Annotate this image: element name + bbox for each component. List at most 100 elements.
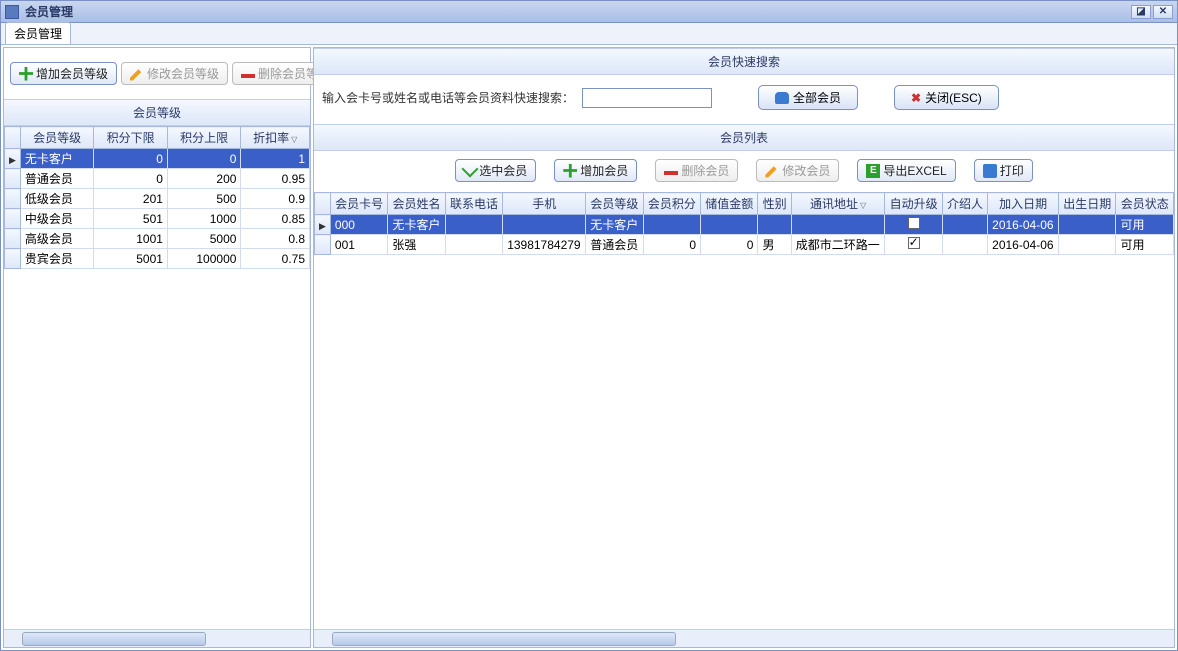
add-level-label: 增加会员等级: [36, 65, 108, 82]
search-bar: 输入会卡号或姓名或电话等会员资料快速搜索： 全部会员 ✖ 关闭(ESC): [314, 75, 1174, 124]
member-toolbar: 选中会员 增加会员 删除会员 修改会员 E 导出EXCEL: [314, 151, 1174, 192]
level-col-name[interactable]: 会员等级: [20, 127, 94, 149]
search-section-title: 会员快速搜索: [314, 48, 1174, 75]
level-col-marker: [5, 127, 21, 149]
level-row[interactable]: 贵宾会员50011000000.75: [5, 249, 310, 269]
add-level-button[interactable]: 增加会员等级: [10, 62, 117, 85]
cell-card: 001: [330, 235, 387, 255]
member-col-addr[interactable]: 通讯地址▽: [791, 193, 885, 215]
level-cell-min: 0: [94, 149, 168, 169]
level-col-rate[interactable]: 折扣率▽: [241, 127, 310, 149]
level-grid-wrap[interactable]: 会员等级 积分下限 积分上限 折扣率▽ 无卡客户001普通会员02000.95低…: [4, 126, 310, 629]
level-cell-rate: 0.75: [241, 249, 310, 269]
member-col-status[interactable]: 会员状态: [1116, 193, 1174, 215]
member-col-level[interactable]: 会员等级: [586, 193, 643, 215]
level-cell-min: 5001: [94, 249, 168, 269]
select-member-button[interactable]: 选中会员: [455, 159, 536, 182]
auto-upgrade-checkbox[interactable]: [908, 217, 920, 229]
search-input[interactable]: [582, 88, 712, 108]
member-row[interactable]: 000无卡客户无卡客户2016-04-06可用: [315, 215, 1174, 235]
plus-icon: [563, 164, 577, 178]
member-col-marker: [315, 193, 331, 215]
level-cell-rate: 0.9: [241, 189, 310, 209]
titlebar[interactable]: 会员管理 ◪ ✕: [1, 1, 1177, 23]
edit-member-label: 修改会员: [782, 162, 830, 179]
cell-join: 2016-04-06: [988, 235, 1059, 255]
member-row[interactable]: 001张强13981784279普通会员00男成都市二环路一2016-04-06…: [315, 235, 1174, 255]
cell-auto: [885, 235, 942, 255]
level-cell-name: 低级会员: [20, 189, 94, 209]
all-members-button[interactable]: 全部会员: [758, 85, 858, 110]
edit-member-button[interactable]: 修改会员: [756, 159, 839, 182]
pencil-icon: [130, 67, 144, 81]
level-row[interactable]: 普通会员02000.95: [5, 169, 310, 189]
close-icon: ✖: [911, 91, 921, 105]
check-icon: [462, 161, 479, 178]
left-hscroll[interactable]: [4, 629, 310, 647]
level-cell-max: 1000: [167, 209, 241, 229]
tab-member-manage[interactable]: 会员管理: [5, 22, 71, 44]
row-marker: [315, 235, 331, 255]
print-button[interactable]: 打印: [974, 159, 1033, 182]
edit-level-button[interactable]: 修改会员等级: [121, 62, 228, 85]
print-icon: [983, 164, 997, 178]
auto-upgrade-checkbox[interactable]: [908, 237, 920, 249]
row-marker: [5, 209, 21, 229]
cell-level: 无卡客户: [586, 215, 643, 235]
member-col-stored[interactable]: 储值金额: [701, 193, 758, 215]
level-cell-name: 普通会员: [20, 169, 94, 189]
print-label: 打印: [1000, 162, 1024, 179]
level-row[interactable]: 中级会员50110000.85: [5, 209, 310, 229]
cell-status: 可用: [1116, 235, 1174, 255]
excel-icon: E: [866, 164, 880, 178]
right-hscroll[interactable]: [314, 629, 1174, 647]
all-members-label: 全部会员: [793, 89, 841, 106]
level-cell-name: 贵宾会员: [20, 249, 94, 269]
minimize-button[interactable]: ◪: [1131, 5, 1151, 19]
export-excel-button[interactable]: E 导出EXCEL: [857, 159, 955, 182]
level-cell-max: 500: [167, 189, 241, 209]
level-col-min[interactable]: 积分下限: [94, 127, 168, 149]
left-pane: 增加会员等级 修改会员等级 删除会员等级 会员等级 会员等级 积分下: [3, 47, 311, 648]
users-icon: [775, 92, 789, 104]
row-marker: [315, 215, 331, 235]
level-cell-max: 5000: [167, 229, 241, 249]
cell-ref: [942, 235, 987, 255]
delete-member-label: 删除会员: [681, 162, 729, 179]
delete-member-button[interactable]: 删除会员: [655, 159, 738, 182]
level-row[interactable]: 低级会员2015000.9: [5, 189, 310, 209]
export-excel-label: 导出EXCEL: [883, 162, 946, 179]
select-member-label: 选中会员: [479, 162, 527, 179]
app-icon: [5, 5, 19, 19]
close-button[interactable]: ✖ 关闭(ESC): [894, 85, 999, 110]
member-col-mobile[interactable]: 手机: [503, 193, 586, 215]
level-toolbar: 增加会员等级 修改会员等级 删除会员等级: [4, 48, 310, 99]
window-title: 会员管理: [25, 3, 73, 20]
cell-tel: [445, 235, 502, 255]
member-grid-wrap[interactable]: 会员卡号 会员姓名 联系电话 手机 会员等级 会员积分 储值金额 性别 通讯地址…: [314, 192, 1174, 629]
member-col-name[interactable]: 会员姓名: [388, 193, 445, 215]
minus-icon: [241, 74, 255, 78]
cell-stored: 0: [701, 235, 758, 255]
member-col-card[interactable]: 会员卡号: [330, 193, 387, 215]
cell-tel: [445, 215, 502, 235]
add-member-button[interactable]: 增加会员: [554, 159, 637, 182]
level-col-max[interactable]: 积分上限: [167, 127, 241, 149]
member-col-ref[interactable]: 介绍人: [942, 193, 987, 215]
member-col-auto[interactable]: 自动升级: [885, 193, 942, 215]
member-col-gender[interactable]: 性别: [758, 193, 791, 215]
member-col-tel[interactable]: 联系电话: [445, 193, 502, 215]
member-col-join[interactable]: 加入日期: [988, 193, 1059, 215]
cell-join: 2016-04-06: [988, 215, 1059, 235]
member-col-birth[interactable]: 出生日期: [1059, 193, 1116, 215]
level-row[interactable]: 高级会员100150000.8: [5, 229, 310, 249]
level-cell-min: 0: [94, 169, 168, 189]
cell-birth: [1059, 215, 1116, 235]
member-col-points[interactable]: 会员积分: [643, 193, 700, 215]
tab-strip: 会员管理: [1, 23, 1177, 45]
level-cell-min: 1001: [94, 229, 168, 249]
edit-level-label: 修改会员等级: [147, 65, 219, 82]
cell-status: 可用: [1116, 215, 1174, 235]
level-row[interactable]: 无卡客户001: [5, 149, 310, 169]
close-window-button[interactable]: ✕: [1153, 5, 1173, 19]
